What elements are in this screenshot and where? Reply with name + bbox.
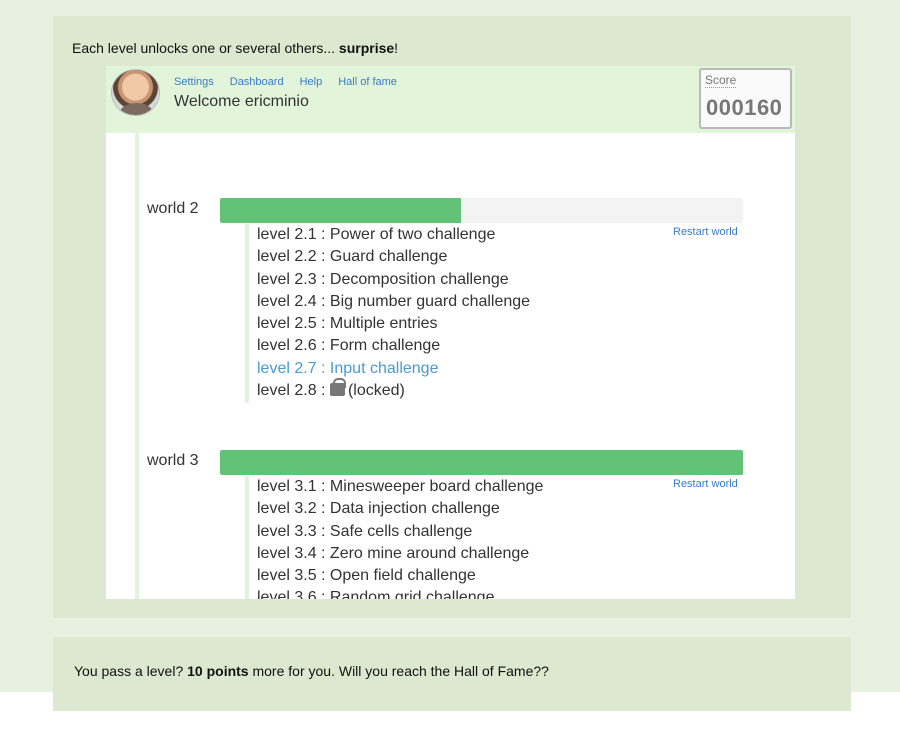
footer-text: You pass a level? <box>74 663 188 679</box>
world-3-restart-link[interactable]: Restart world <box>673 478 738 490</box>
app-screenshot: Settings Dashboard Help Hall of fame Wel… <box>106 66 795 599</box>
level-2-8-status: (locked) <box>347 382 405 400</box>
nav-settings[interactable]: Settings <box>174 76 214 88</box>
world-2-progress-bar <box>220 198 743 223</box>
level-3-3[interactable]: level 3.3 : Safe cells challenge <box>257 521 543 543</box>
world-3-label: world 3 <box>147 452 199 469</box>
score-value: 000160 <box>706 95 783 120</box>
lock-icon <box>329 378 346 397</box>
nav-help[interactable]: Help <box>300 76 323 88</box>
world-3-progress-fill <box>220 450 743 475</box>
footer-emphasis: 10 points <box>187 663 249 679</box>
intro-caption: Each level unlocks one or several others… <box>72 40 398 56</box>
level-3-2[interactable]: level 3.2 : Data injection challenge <box>257 498 543 520</box>
level-3-1[interactable]: level 3.1 : Minesweeper board challenge <box>257 476 543 498</box>
intro-panel: Each level unlocks one or several others… <box>53 16 851 618</box>
world-3-level-list: level 3.1 : Minesweeper board challenge … <box>257 476 543 599</box>
level-2-2[interactable]: level 2.2 : Guard challenge <box>257 246 530 268</box>
nav-hall-of-fame[interactable]: Hall of fame <box>338 76 397 88</box>
level-3-5[interactable]: level 3.5 : Open field challenge <box>257 565 543 587</box>
score-label: Score <box>705 73 737 88</box>
footer-panel: You pass a level? 10 points more for you… <box>53 637 851 711</box>
nav-dashboard[interactable]: Dashboard <box>230 76 284 88</box>
level-2-6[interactable]: level 2.6 : Form challenge <box>257 335 530 357</box>
world-3-levels-rail <box>245 476 249 599</box>
app-header: Settings Dashboard Help Hall of fame Wel… <box>106 66 795 133</box>
world-3-progress-bar <box>220 450 743 475</box>
intro-text: Each level unlocks one or several others… <box>72 40 339 56</box>
world-2-levels-rail <box>245 224 249 403</box>
intro-text-end: ! <box>394 40 399 56</box>
intro-emphasis: surprise <box>338 40 395 56</box>
level-2-7[interactable]: level 2.7 : Input challenge <box>257 358 530 380</box>
level-3-6[interactable]: level 3.6 : Random grid challenge <box>257 587 543 599</box>
avatar <box>111 69 160 116</box>
level-3-4[interactable]: level 3.4 : Zero mine around challenge <box>257 543 543 565</box>
world-2-restart-link[interactable]: Restart world <box>673 226 738 238</box>
level-2-8-prefix: level 2.8 : <box>257 382 330 400</box>
level-2-8: level 2.8 : (locked) <box>257 378 530 402</box>
footer-caption: You pass a level? 10 points more for you… <box>74 663 549 679</box>
welcome-message: Welcome ericminio <box>174 93 309 110</box>
level-2-1[interactable]: level 2.1 : Power of two challenge <box>257 224 530 246</box>
footer-text-end: more for you. Will you reach the Hall of… <box>248 663 549 679</box>
level-2-5[interactable]: level 2.5 : Multiple entries <box>257 313 530 335</box>
level-2-3[interactable]: level 2.3 : Decomposition challenge <box>257 269 530 291</box>
level-2-4[interactable]: level 2.4 : Big number guard challenge <box>257 291 530 313</box>
top-nav: Settings Dashboard Help Hall of fame <box>174 76 397 88</box>
world-2-level-list: level 2.1 : Power of two challenge level… <box>257 224 530 402</box>
world-2-label: world 2 <box>147 200 199 217</box>
score-box: Score 000160 <box>699 68 792 129</box>
content-rail <box>135 133 139 599</box>
world-2-progress-fill <box>220 198 461 223</box>
